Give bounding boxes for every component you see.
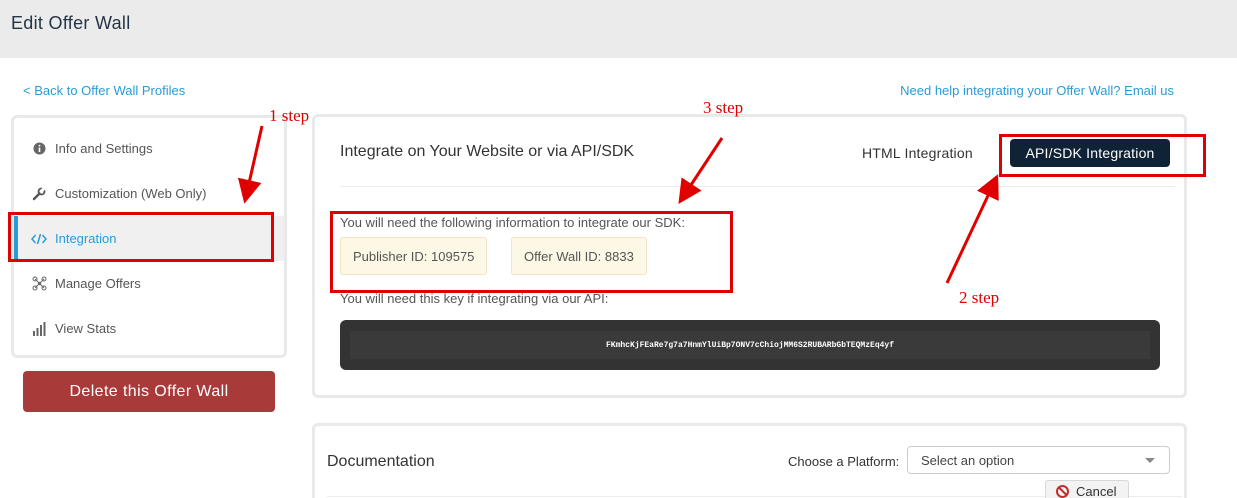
publisher-id-badge: Publisher ID: 109575 <box>340 237 488 275</box>
api-instructions: You will need this key if integrating vi… <box>340 291 609 306</box>
sidebar-item-label: View Stats <box>55 321 117 336</box>
sdk-instructions: You will need the following information … <box>340 215 685 230</box>
divider <box>340 186 1175 187</box>
network-icon <box>31 276 47 292</box>
help-email-link[interactable]: Need help integrating your Offer Wall? E… <box>900 83 1174 98</box>
chevron-down-icon <box>1145 458 1155 463</box>
wrench-icon <box>31 186 47 202</box>
sidebar-item-label: Customization (Web Only) <box>55 186 207 201</box>
sidebar-item-view-stats[interactable]: View Stats <box>14 306 284 351</box>
integration-title: Integrate on Your Website or via API/SDK <box>340 143 635 160</box>
sidebar-item-customization[interactable]: Customization (Web Only) <box>14 171 284 216</box>
cancel-label: Cancel <box>1076 483 1117 498</box>
documentation-title: Documentation <box>327 453 435 470</box>
top-bar: Edit Offer Wall <box>0 0 1237 58</box>
delete-offer-wall-button[interactable]: Delete this Offer Wall <box>23 371 275 412</box>
api-key-box: FKmhcKjFEaRe7g7a7HnmYlUiBp7ONV7cChiojMM6… <box>340 320 1160 370</box>
sidebar: Info and Settings Customization (Web Onl… <box>11 115 287 358</box>
back-to-profiles-link[interactable]: < Back to Offer Wall Profiles <box>23 83 185 98</box>
platform-select-value: Select an option <box>921 452 1015 468</box>
platform-select[interactable]: Select an option <box>907 446 1170 474</box>
offer-wall-id-badge: Offer Wall ID: 8833 <box>511 237 647 275</box>
annotation-step-1: 1 step <box>269 106 310 125</box>
bar-chart-icon <box>31 321 47 337</box>
sidebar-item-label: Manage Offers <box>55 276 141 291</box>
platform-label: Choose a Platform: <box>788 454 900 469</box>
cancel-icon <box>1056 484 1069 498</box>
code-icon <box>31 231 47 247</box>
sidebar-item-label: Info and Settings <box>55 141 153 156</box>
annotation-step-2: 2 step <box>959 288 1000 307</box>
tab-api-sdk-integration[interactable]: API/SDK Integration <box>1010 139 1170 167</box>
sidebar-item-manage-offers[interactable]: Manage Offers <box>14 261 284 306</box>
sidebar-item-info-settings[interactable]: Info and Settings <box>14 126 284 171</box>
integration-panel: Integrate on Your Website or via API/SDK… <box>312 114 1187 398</box>
sidebar-item-label: Integration <box>55 231 117 246</box>
tab-html-integration[interactable]: HTML Integration <box>862 145 973 161</box>
annotation-step-3: 3 step <box>703 98 744 117</box>
info-icon <box>31 141 47 157</box>
sidebar-item-integration[interactable]: Integration <box>14 216 284 261</box>
page-title: Edit Offer Wall <box>11 13 131 33</box>
api-key-value[interactable]: FKmhcKjFEaRe7g7a7HnmYlUiBp7ONV7cChiojMM6… <box>350 331 1150 359</box>
cancel-button[interactable]: Cancel <box>1045 480 1129 498</box>
